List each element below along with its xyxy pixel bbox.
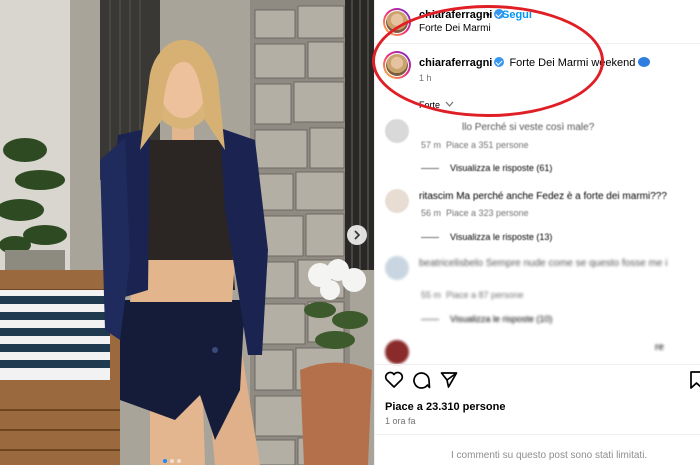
translation-toggle[interactable]: Forte	[419, 100, 454, 110]
chevron-down-icon	[445, 101, 453, 107]
header-avatar[interactable]	[383, 8, 411, 36]
verified-badge-icon	[494, 57, 505, 67]
view-replies-button[interactable]: Visualizza le risposte (61)	[450, 163, 552, 173]
follow-button[interactable]: Segui	[502, 9, 532, 21]
view-replies-button[interactable]: Visualizza le risposte (13)	[450, 232, 552, 242]
caption: chiaraferragni Forte Dei Marmi weekend	[419, 57, 651, 69]
swimmer-emoji-icon	[638, 57, 651, 67]
caption-avatar[interactable]	[383, 51, 411, 79]
location-link[interactable]: Forte Dei Marmi	[419, 23, 491, 34]
carousel-dots	[163, 459, 181, 463]
comment-text: beatricelisbelo Sempre nude come se ques…	[419, 258, 668, 269]
heart-icon[interactable]	[384, 371, 404, 389]
caption-text: Forte Dei Marmi weekend	[509, 57, 636, 69]
comment-text: llo Perché si veste così male?	[462, 122, 595, 133]
comment-likes[interactable]: Piace a 87 persone	[446, 290, 524, 300]
comment-text: re	[655, 342, 664, 353]
send-icon[interactable]	[440, 371, 458, 389]
comment-likes[interactable]: Piace a 351 persone	[446, 140, 529, 150]
view-replies-button[interactable]: Visualizza le risposte (10)	[450, 314, 552, 324]
comment-avatar[interactable]	[385, 256, 409, 280]
comment-icon[interactable]	[412, 371, 431, 389]
comment-avatar[interactable]	[385, 340, 409, 364]
carousel-dot	[177, 459, 181, 463]
caption-timestamp: 1 h	[419, 73, 432, 83]
replies-line	[421, 319, 439, 320]
photo-illustration	[0, 0, 374, 465]
translation-label: Forte	[419, 100, 441, 110]
carousel-dot-active	[163, 459, 167, 463]
header-divider	[375, 43, 700, 44]
comment-text: ritascim Ma perché anche Fedez è a forte…	[419, 191, 667, 202]
bookmark-icon[interactable]	[690, 371, 700, 389]
caption-username[interactable]: chiaraferragni	[419, 57, 492, 69]
likes-count[interactable]: Piace a 23.310 persone	[385, 401, 505, 413]
comment-time: 57 m	[421, 140, 442, 150]
replies-line	[421, 168, 439, 169]
next-photo-button[interactable]	[347, 225, 367, 245]
chevron-right-icon	[354, 230, 361, 240]
replies-line	[421, 237, 439, 238]
comment-avatar[interactable]	[385, 119, 409, 143]
header-separator: •	[486, 9, 490, 21]
carousel-dot	[170, 459, 174, 463]
comment-likes[interactable]: Piace a 323 persone	[446, 208, 529, 218]
comments-limited-notice: I commenti su questo post sono stati lim…	[451, 450, 648, 461]
footer-divider	[375, 434, 700, 435]
actions-divider	[375, 364, 700, 365]
comment-avatar[interactable]	[385, 189, 409, 213]
header-username-text[interactable]: chiaraferragni	[419, 9, 492, 21]
comment-time: 55 m	[421, 290, 442, 300]
post-photo	[0, 0, 374, 465]
header-username[interactable]: chiaraferragni	[419, 9, 505, 21]
comment-time: 56 m	[421, 208, 442, 218]
post-age: 1 ora fa	[385, 416, 416, 426]
